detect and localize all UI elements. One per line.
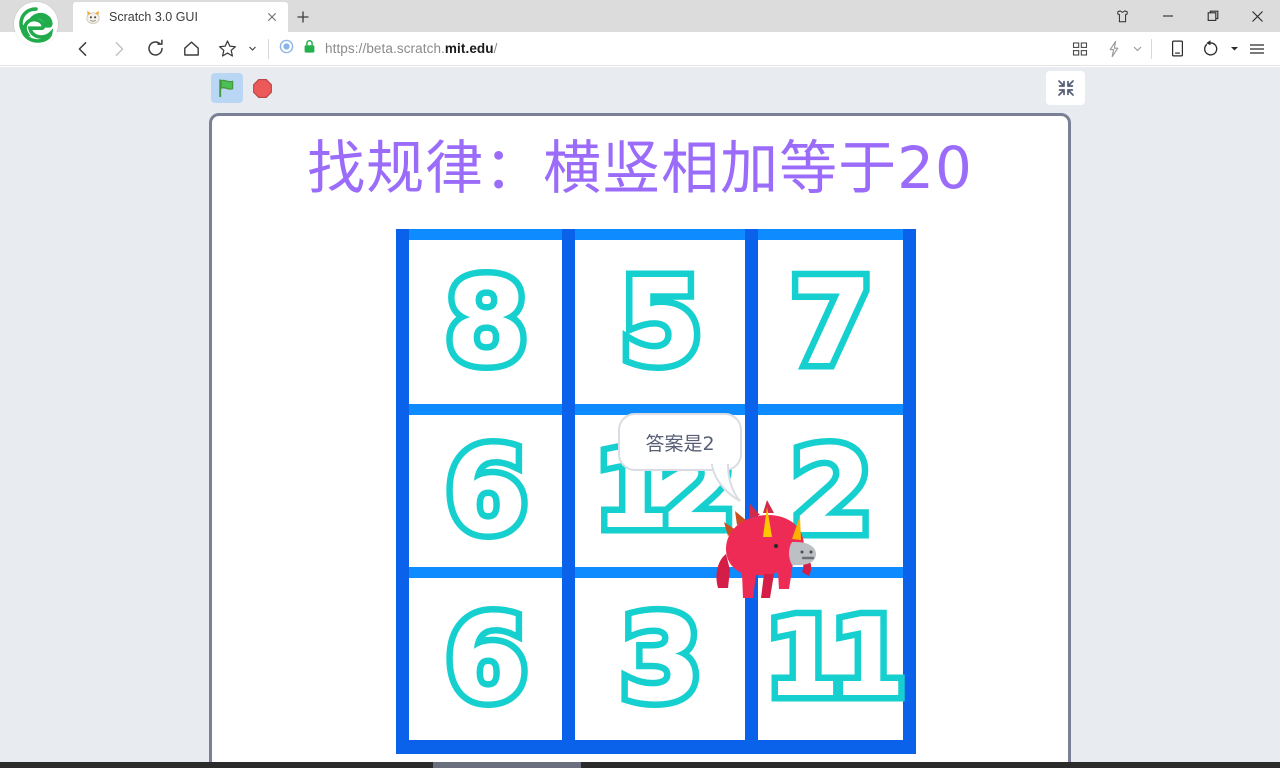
stage-title-text: 找规律：横竖相加等于20 <box>307 134 973 202</box>
grid-line-h-top <box>396 229 916 240</box>
tab-strip: Scratch 3.0 GUI <box>73 0 318 32</box>
grid-number: 6 <box>439 422 534 560</box>
reading-view-icon[interactable] <box>1160 32 1194 66</box>
edge-logo-icon <box>14 2 58 46</box>
exit-fullscreen-icon[interactable] <box>1046 71 1085 105</box>
grid-number: 11 <box>759 596 912 721</box>
grid-line-v-mid1 <box>562 229 575 749</box>
grid-number: 5 <box>613 253 708 391</box>
grid-cell-r1c3: 7 <box>758 240 903 404</box>
grid-line-v-left <box>396 229 409 749</box>
tab-title: Scratch 3.0 GUI <box>109 10 198 24</box>
scrollbar-track-left <box>0 762 433 768</box>
scratch-fullscreen-wrapper: 找规律：横竖相加等于20 8 5 7 6 12 2 6 3 11 答案是2 <box>0 67 1280 768</box>
grid-number: 7 <box>784 253 879 391</box>
grid-cell-r1c1: 8 <box>409 240 562 404</box>
restore-icon[interactable] <box>1190 0 1235 32</box>
navigation-bar: https://beta.scratch.mit.edu/ <box>0 32 1280 66</box>
green-flag-icon[interactable] <box>211 73 243 103</box>
chevron-down-icon[interactable] <box>1228 32 1240 66</box>
flash-icon[interactable] <box>1097 32 1131 66</box>
address-bar[interactable]: https://beta.scratch.mit.edu/ <box>279 32 1061 66</box>
speech-bubble-text: 答案是2 <box>645 432 715 455</box>
speech-bubble-tail <box>710 463 748 511</box>
lock-icon <box>303 39 316 59</box>
url-text: https://beta.scratch.mit.edu/ <box>325 41 498 56</box>
refresh-icon[interactable] <box>138 32 172 66</box>
chevron-down-icon[interactable] <box>1131 32 1143 66</box>
scratch-stage[interactable]: 找规律：横竖相加等于20 8 5 7 6 12 2 6 3 11 答案是2 <box>209 113 1071 768</box>
window-controls <box>1100 0 1280 32</box>
star-icon[interactable] <box>210 32 244 66</box>
speech-bubble: 答案是2 <box>618 413 742 471</box>
divider <box>1151 38 1152 59</box>
scrollbar-track-right <box>581 762 1280 768</box>
site-info-icon[interactable] <box>279 39 294 59</box>
scrollbar-thumb[interactable] <box>433 762 581 768</box>
tshirt-skin-icon[interactable] <box>1100 0 1145 32</box>
stop-sign-icon[interactable] <box>247 73 277 103</box>
close-icon[interactable] <box>1235 0 1280 32</box>
grid-line-h-bottom <box>396 740 916 754</box>
new-tab-button[interactable] <box>288 2 318 32</box>
number-grid: 8 5 7 6 12 2 6 3 11 <box>396 229 916 754</box>
chevron-down-icon[interactable] <box>246 32 258 66</box>
history-icon[interactable] <box>1194 32 1228 66</box>
grid-line-h-mid2 <box>396 567 916 578</box>
forward-arrow-icon <box>102 32 136 66</box>
browser-titlebar: Scratch 3.0 GUI <box>0 0 1280 46</box>
tab-scratch-3-gui[interactable]: Scratch 3.0 GUI <box>73 2 288 32</box>
minimize-icon[interactable] <box>1145 0 1190 32</box>
dinosaur-sprite[interactable] <box>704 494 824 614</box>
scratch-cat-favicon <box>85 9 101 25</box>
grid-number: 8 <box>439 253 534 391</box>
horizontal-scrollbar[interactable] <box>0 762 1280 768</box>
nav-right-actions <box>1063 32 1280 66</box>
divider <box>268 38 269 59</box>
hamburger-menu-icon[interactable] <box>1240 32 1274 66</box>
grid-cell-r3c1: 6 <box>409 578 562 740</box>
grid-line-v-right <box>903 229 916 749</box>
stage-controls-bar <box>0 67 1280 109</box>
close-icon[interactable] <box>264 9 280 25</box>
home-icon[interactable] <box>174 32 208 66</box>
grid-cell-r1c2: 5 <box>575 240 745 404</box>
grid-number: 3 <box>613 590 708 728</box>
grid-number: 6 <box>439 590 534 728</box>
collections-icon[interactable] <box>1063 32 1097 66</box>
browser-window: Scratch 3.0 GUI https://beta.scratch.mit… <box>0 0 1280 768</box>
grid-cell-r2c1: 6 <box>409 415 562 567</box>
back-arrow-icon[interactable] <box>66 32 100 66</box>
